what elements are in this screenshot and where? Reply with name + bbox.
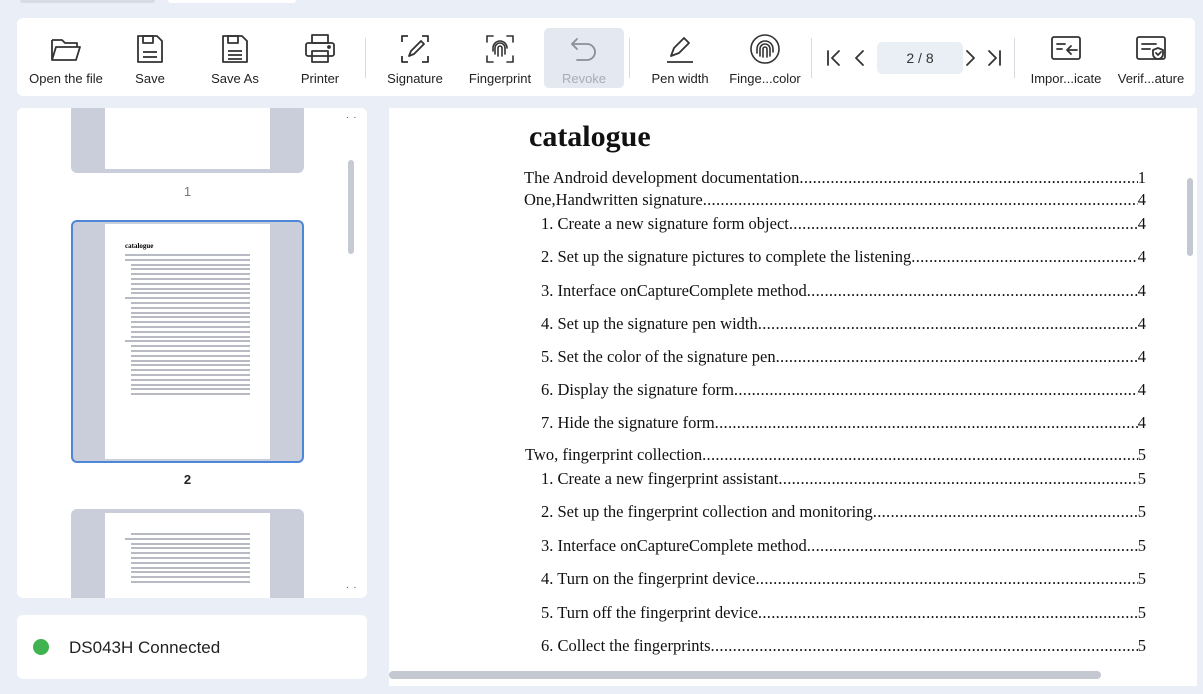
toolbar-separator (811, 38, 812, 78)
document-title: catalogue (529, 120, 651, 153)
toc-entry: 1. Create a new signature form object...… (541, 214, 1146, 233)
undo-icon (571, 38, 596, 61)
document-vertical-scrollbar[interactable] (1187, 178, 1193, 256)
toc-entry: 1. Create a new fingerprint assistant...… (541, 469, 1146, 488)
open-file-button[interactable]: Open the file (25, 28, 107, 88)
thumbnail-scrollbar[interactable] (348, 160, 354, 254)
thumbnail-number: 1 (183, 184, 192, 199)
revoke-button[interactable]: Revoke (544, 28, 624, 88)
device-status-panel: DS043H Connected (17, 615, 367, 679)
panel-dots-bottom: . . (346, 580, 358, 591)
connection-status-dot (33, 639, 49, 655)
toc-entry: 2. Set up the signature pictures to comp… (541, 247, 1146, 266)
import-certificate-icon (1051, 36, 1081, 60)
thumbnail-paper (105, 513, 270, 598)
panel-dots-top: . . (346, 110, 358, 121)
thumbnail-panel[interactable]: . . 1 catalogue 2 . . (17, 108, 367, 598)
pen-width-label: Pen width (651, 71, 709, 86)
tab-1[interactable] (20, 0, 155, 3)
fingerprint-button[interactable]: Fingerprint (463, 28, 537, 88)
thumbnail-page-3[interactable] (71, 509, 304, 598)
import-certificate-label: Impor...icate (1030, 71, 1102, 86)
revoke-label: Revoke (561, 71, 607, 86)
first-page-icon (827, 50, 840, 66)
fingerprint-color-label: Finge...color (729, 71, 801, 86)
document-page: catalogue The Android development docume… (389, 108, 1197, 686)
thumbnail-title: catalogue (125, 242, 154, 250)
toolbar: Open the file Save Save As Printer Signa… (17, 18, 1195, 96)
page-indicator[interactable]: 2 / 8 (877, 42, 963, 74)
last-page-button[interactable] (983, 46, 1005, 70)
import-certificate-button[interactable]: Impor...icate (1025, 28, 1107, 88)
toc-entry: 5. Turn off the fingerprint device......… (541, 603, 1146, 622)
document-horizontal-scrollbar[interactable] (389, 671, 1101, 679)
save-label: Save (135, 71, 165, 86)
thumbnail-paper (105, 108, 270, 169)
toolbar-separator (365, 38, 366, 78)
toc-entry: 3. Interface onCaptureComplete method...… (541, 281, 1146, 300)
verify-signature-button[interactable]: Verif...ature (1113, 28, 1189, 88)
pen-icon (667, 37, 693, 63)
first-page-button[interactable] (823, 46, 845, 70)
signature-icon (401, 35, 429, 63)
connection-status-text: DS043H Connected (69, 638, 221, 657)
thumbnail-page-2[interactable]: catalogue (71, 220, 304, 463)
toc-entry: One,Handwritten signature...............… (524, 190, 1146, 209)
toc-entry: 3. Interface onCaptureComplete method...… (541, 536, 1146, 555)
toc-entry: The Android development documentation ..… (524, 168, 1146, 187)
toc-entry: 2. Set up the fingerprint collection and… (541, 502, 1146, 521)
tab-strip (0, 0, 1203, 12)
toc-entry: 4. Set up the signature pen width.......… (541, 314, 1146, 333)
toc-entry: 7. Hide the signature form..............… (541, 413, 1146, 432)
previous-page-button[interactable] (849, 46, 871, 70)
save-as-icon (222, 35, 248, 63)
toc-entry: Two, fingerprint collection.............… (525, 445, 1146, 464)
verify-shield-icon (1136, 36, 1166, 60)
verify-signature-label: Verif...ature (1117, 71, 1185, 86)
folder-icon (51, 39, 81, 61)
fingerprint-label: Fingerprint (468, 71, 532, 86)
save-as-button[interactable]: Save As (205, 28, 265, 88)
toc-entry: 5. Set the color of the signature pen...… (541, 347, 1146, 366)
thumbnail-page-1[interactable] (71, 108, 304, 173)
fingerprint-scan-icon (486, 35, 514, 63)
chevron-left-icon (855, 50, 864, 66)
fingerprint-color-button[interactable]: Finge...color (725, 28, 805, 88)
pen-width-button[interactable]: Pen width (647, 28, 713, 88)
thumbnail-paper: catalogue (105, 224, 270, 459)
open-file-label: Open the file (29, 71, 103, 86)
toolbar-separator (629, 38, 630, 78)
last-page-icon (988, 50, 1001, 66)
printer-label: Printer (300, 71, 340, 86)
printer-icon (305, 34, 335, 63)
signature-label: Signature (387, 71, 443, 86)
save-as-label: Save As (211, 71, 259, 86)
toc-entry: 6. Collect the fingerprints.............… (541, 636, 1146, 655)
toolbar-separator (1014, 38, 1015, 78)
printer-button[interactable]: Printer (289, 28, 351, 88)
toc-entry: 4. Turn on the fingerprint device.......… (541, 569, 1146, 588)
document-viewer[interactable]: catalogue The Android development docume… (389, 108, 1197, 686)
tab-2[interactable] (168, 0, 296, 3)
thumbnail-number: 2 (183, 472, 192, 487)
save-button[interactable]: Save (122, 28, 178, 88)
save-icon (137, 35, 163, 63)
next-page-button[interactable] (959, 46, 981, 70)
signature-button[interactable]: Signature (383, 28, 447, 88)
chevron-right-icon (966, 50, 975, 66)
toc-entry: 6. Display the signature form...........… (541, 380, 1146, 399)
fingerprint-icon (750, 34, 780, 64)
